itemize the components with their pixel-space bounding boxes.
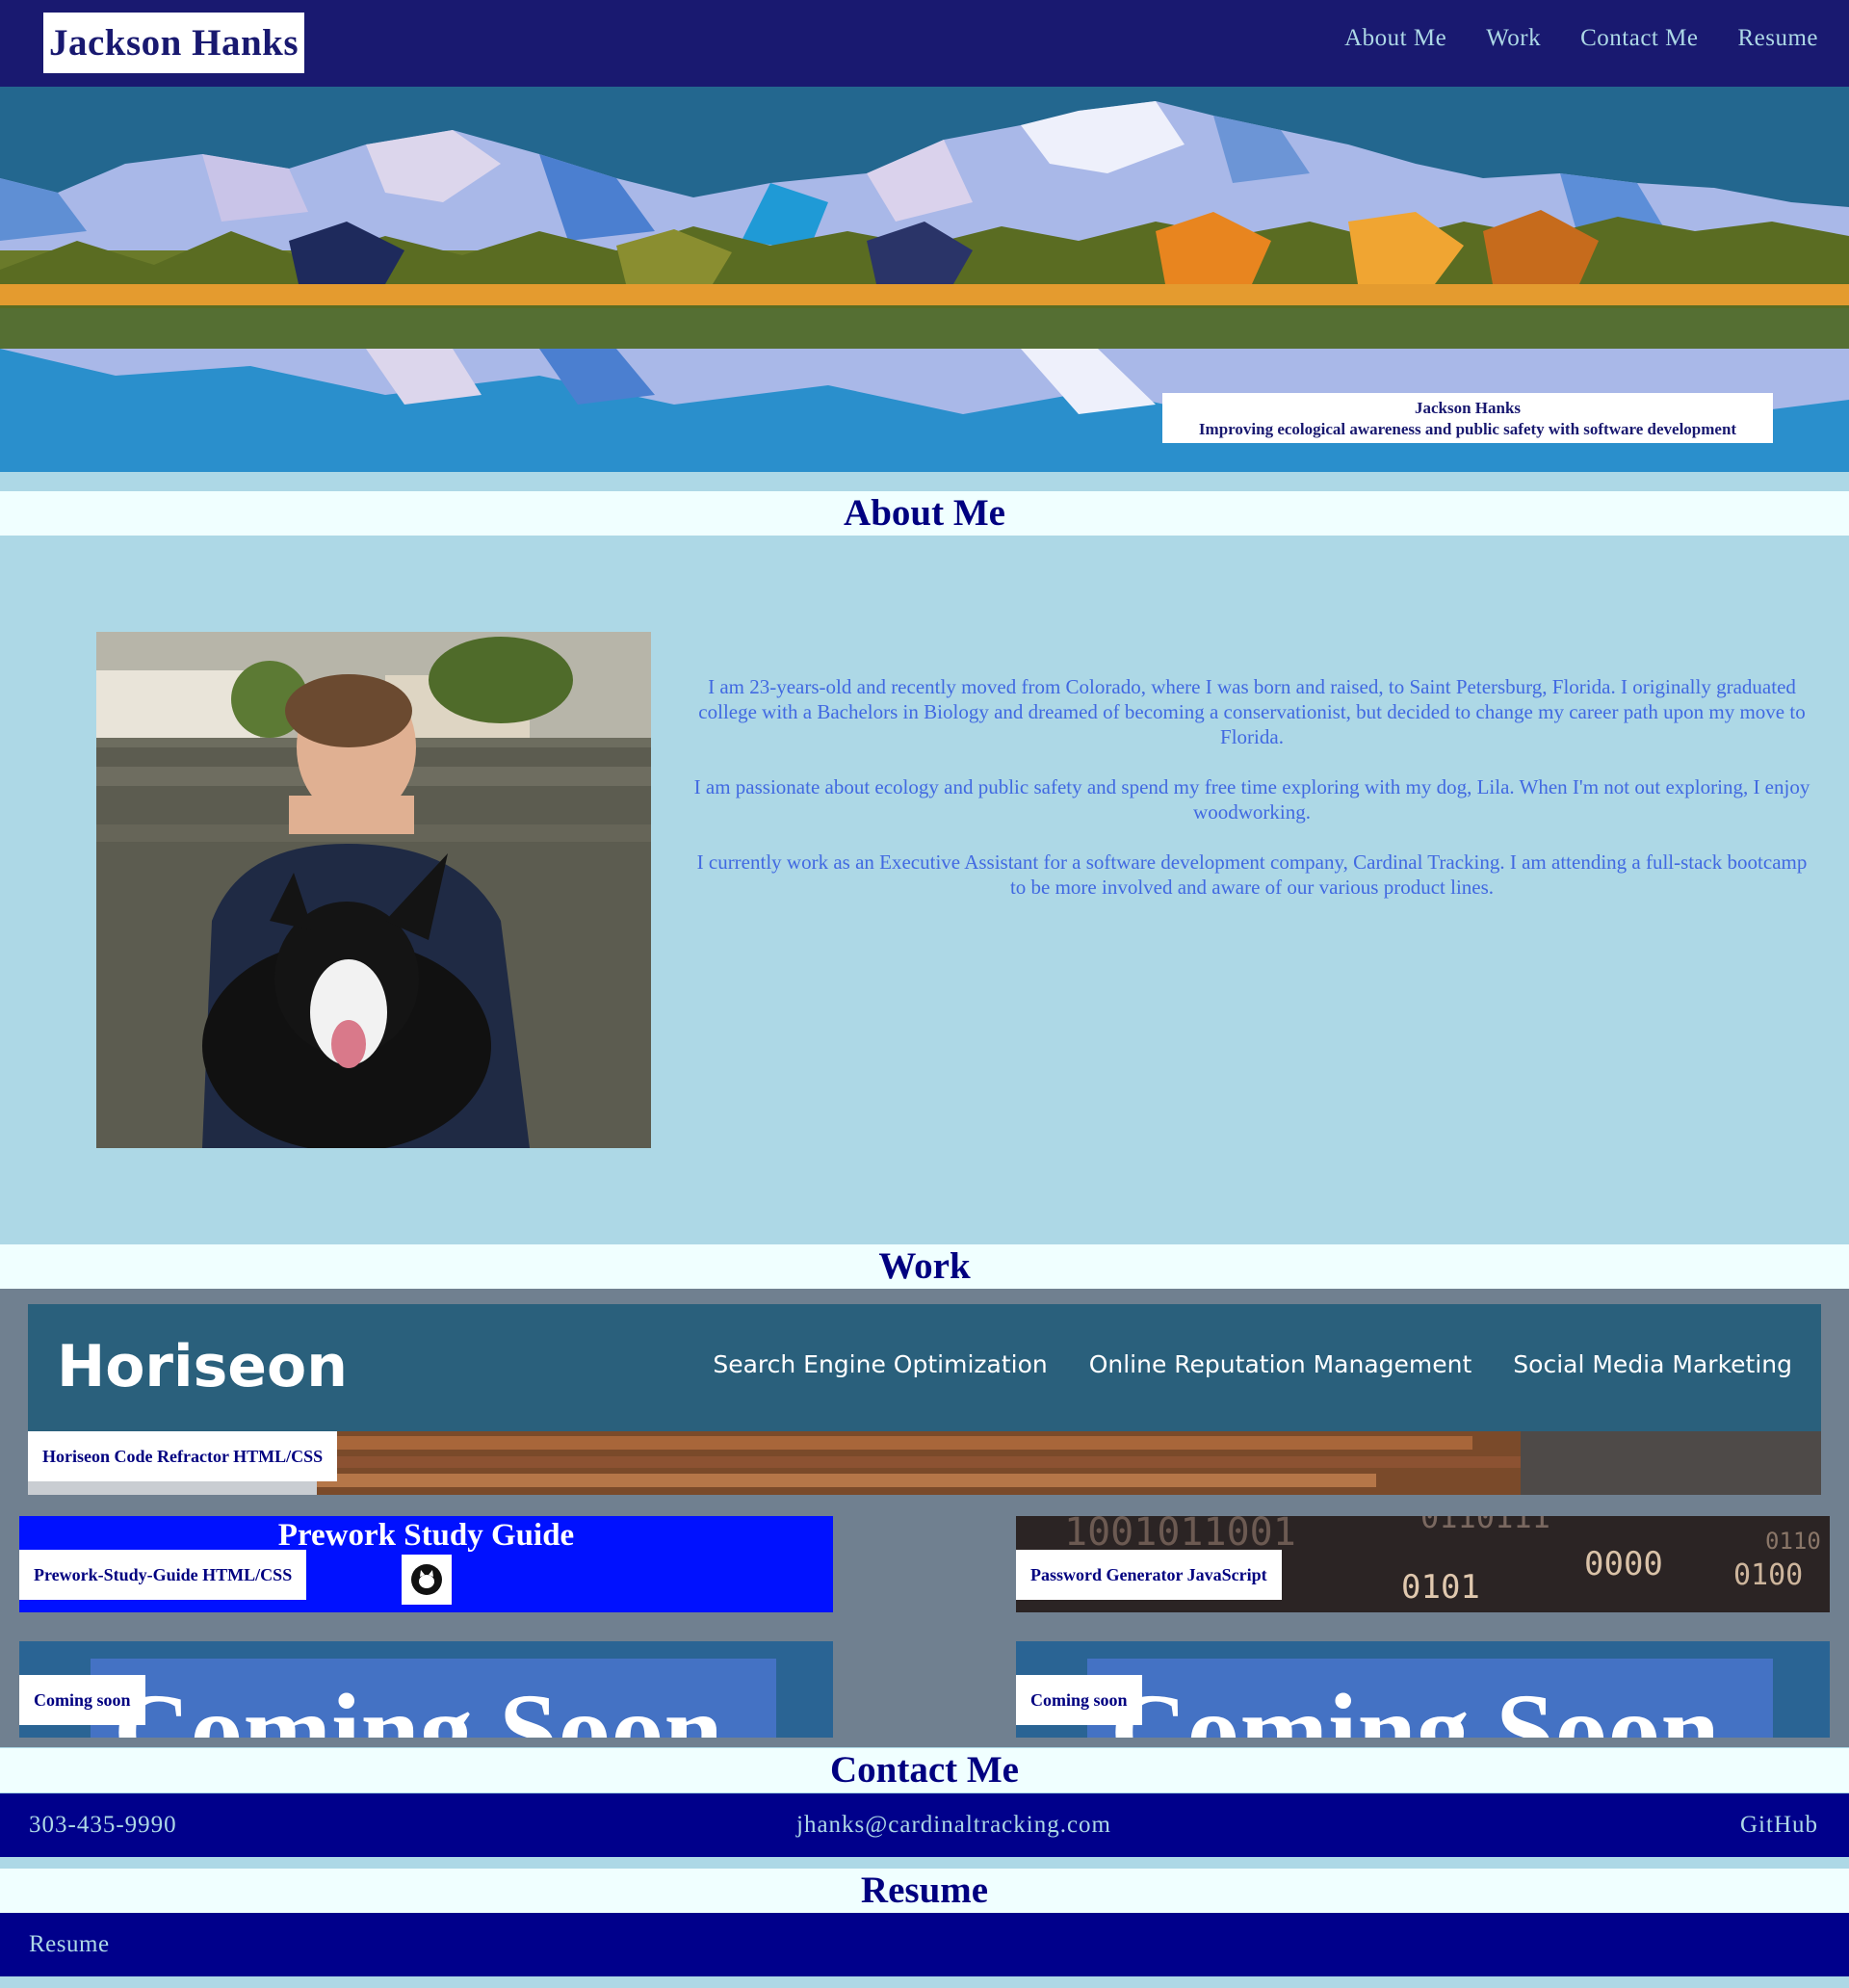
coming-soon-label[interactable]: Coming soon — [19, 1675, 145, 1725]
binary-digits: 0101 — [1401, 1568, 1480, 1607]
binary-digits: 0110111 — [1420, 1516, 1550, 1535]
hero-banner: Jackson Hanks Improving ecological aware… — [0, 87, 1849, 472]
horiseon-nav-item: Search Engine Optimization — [713, 1350, 1048, 1378]
about-paragraph-3: I currently work as an Executive Assista… — [696, 850, 1808, 899]
project-card-coming-soon-2[interactable]: Coming Soon Coming soon — [1016, 1641, 1830, 1738]
main-nav: About Me Work Contact Me Resume — [1344, 25, 1818, 52]
resume-bar: Resume — [0, 1913, 1849, 1976]
profile-photo-image — [96, 632, 651, 1148]
contact-email-link[interactable]: jhanks@cardinaltracking.com — [796, 1793, 1111, 1857]
work-heading: Work — [0, 1244, 1849, 1289]
horiseon-screenshot-header: Horiseon Search Engine Optimization Onli… — [28, 1304, 1821, 1431]
horiseon-nav: Search Engine Optimization Online Reputa… — [713, 1350, 1792, 1378]
nav-work[interactable]: Work — [1486, 25, 1541, 52]
about-me-heading: About Me — [0, 491, 1849, 536]
coming-soon-image-text: Coming Soon — [1110, 1672, 1720, 1738]
contact-phone[interactable]: 303-435-9990 — [29, 1793, 177, 1857]
prework-title: Prework Study Guide — [277, 1518, 575, 1553]
coming-soon-image-text: Coming Soon — [114, 1672, 723, 1738]
horiseon-nav-item: Online Reputation Management — [1088, 1350, 1472, 1378]
resume-heading: Resume — [0, 1869, 1849, 1913]
nav-resume[interactable]: Resume — [1737, 25, 1818, 52]
hero-caption: Jackson Hanks Improving ecological aware… — [1162, 393, 1773, 443]
binary-digits: 0100 — [1733, 1558, 1804, 1592]
project-card-coming-soon-1[interactable]: Coming Soon Coming soon — [19, 1641, 833, 1738]
about-paragraph-1: I am 23-years-old and recently moved fro… — [698, 675, 1806, 748]
horiseon-project-label[interactable]: Horiseon Code Refractor HTML/CSS — [28, 1431, 338, 1481]
site-logo[interactable]: Jackson Hanks — [43, 13, 305, 73]
contact-github-link[interactable]: GitHub — [1740, 1793, 1818, 1857]
binary-digits: 1001011001 — [1064, 1516, 1296, 1555]
binary-digits: 0000 — [1584, 1545, 1663, 1583]
prework-project-label[interactable]: Prework-Study-Guide HTML/CSS — [19, 1550, 307, 1600]
project-card-horiseon[interactable]: Horiseon Search Engine Optimization Onli… — [28, 1304, 1821, 1495]
about-me-text: I am 23-years-old and recently moved fro… — [689, 674, 1815, 925]
binary-digits: 0110 — [1765, 1528, 1821, 1555]
horiseon-nav-item: Social Media Marketing — [1513, 1350, 1792, 1378]
hero-tagline: Improving ecological awareness and publi… — [1198, 420, 1737, 438]
site-header: Jackson Hanks About Me Work Contact Me R… — [0, 0, 1849, 87]
about-paragraph-2: I am passionate about ecology and public… — [693, 775, 1810, 824]
horiseon-logo: Horiseon — [57, 1333, 348, 1400]
password-generator-project-label[interactable]: Password Generator JavaScript — [1016, 1550, 1282, 1600]
nav-contact-me[interactable]: Contact Me — [1580, 25, 1698, 52]
project-card-password-generator[interactable]: 1001011001 0110111 0000 0101 0100 0110 P… — [1016, 1516, 1830, 1612]
github-icon — [402, 1555, 452, 1605]
project-card-prework[interactable]: Prework Study Guide Prework-Study-Guide … — [19, 1516, 833, 1612]
hero-name: Jackson Hanks — [1414, 399, 1522, 417]
resume-link[interactable]: Resume — [29, 1913, 110, 1976]
coming-soon-label[interactable]: Coming soon — [1016, 1675, 1142, 1725]
nav-about-me[interactable]: About Me — [1344, 25, 1446, 52]
profile-photo — [96, 632, 651, 1148]
contact-me-heading: Contact Me — [0, 1748, 1849, 1792]
contact-bar: 303-435-9990 jhanks@cardinaltracking.com… — [0, 1793, 1849, 1857]
